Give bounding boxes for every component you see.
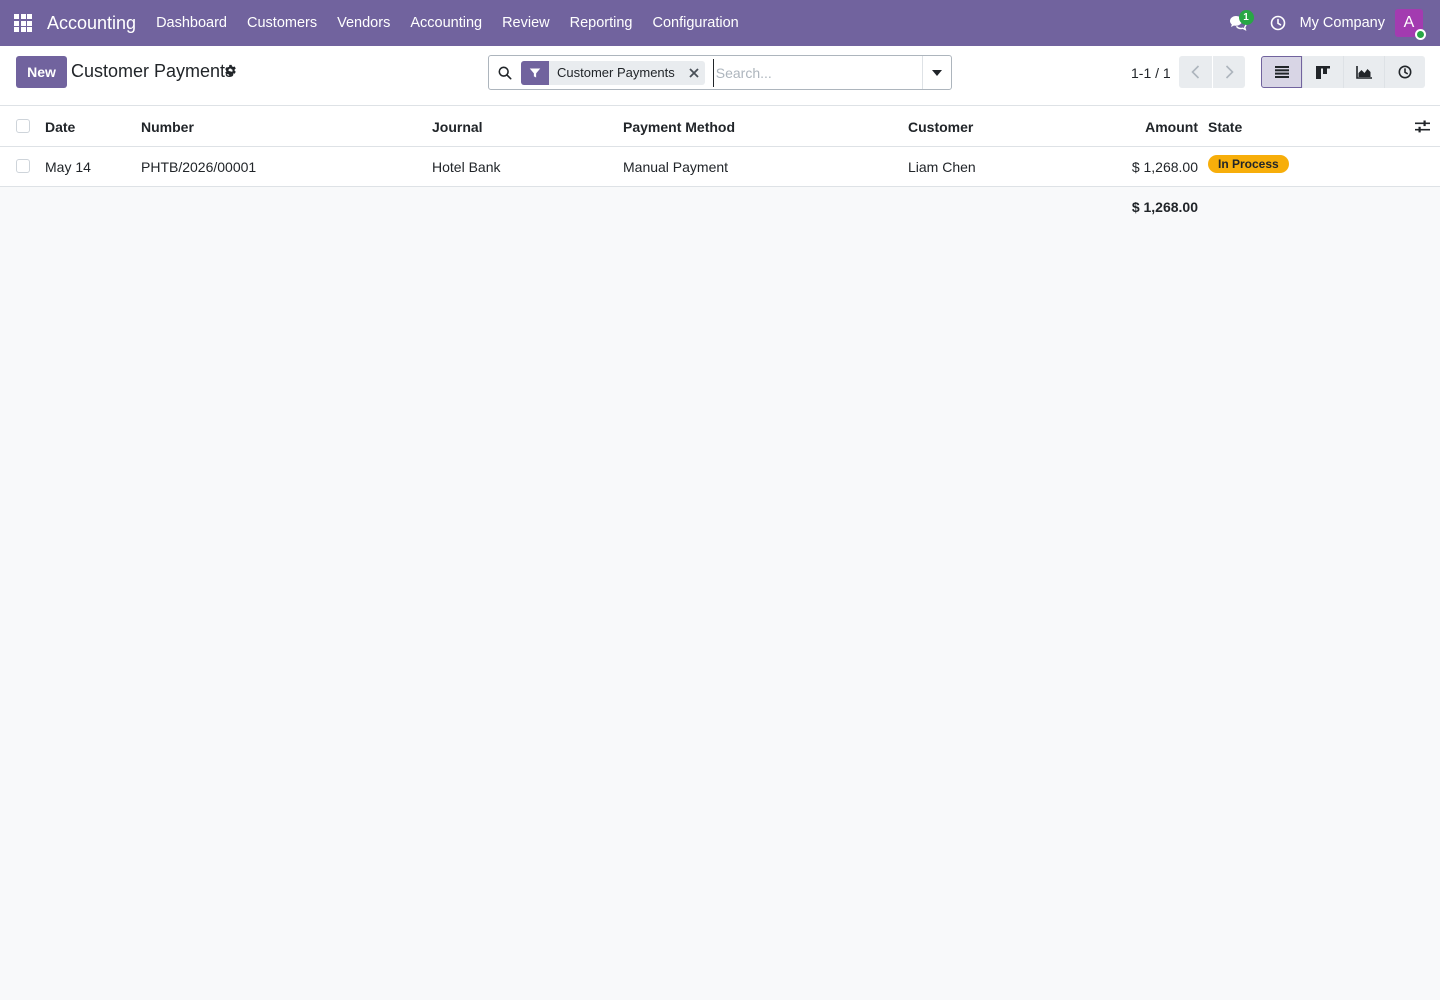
page-title: Customer Payments	[71, 61, 235, 81]
search-options-toggle[interactable]	[922, 56, 951, 89]
kanban-icon	[1316, 65, 1330, 79]
list-icon	[1274, 66, 1289, 78]
navbar-systray: 1 My Company A	[1218, 0, 1440, 46]
table-header: Date Number Journal Payment Method Custo…	[0, 106, 1440, 147]
menu-item-review[interactable]: Review	[492, 0, 560, 46]
main-menu: Dashboard Customers Vendors Accounting R…	[146, 0, 749, 46]
column-header-date[interactable]: Date	[45, 119, 75, 135]
pager-next-button[interactable]	[1212, 56, 1245, 88]
kanban-view-button[interactable]	[1302, 56, 1343, 88]
amount-total: $ 1,268.00	[1131, 199, 1198, 215]
company-switcher[interactable]: My Company	[1298, 15, 1395, 31]
column-settings-icon[interactable]	[1415, 120, 1430, 133]
cell-number: PHTB/2026/00001	[141, 159, 257, 175]
cell-amount: $ 1,268.00	[1131, 159, 1198, 175]
top-navbar: Accounting Dashboard Customers Vendors A…	[0, 0, 1440, 46]
chat-count-badge: 1	[1238, 10, 1254, 25]
search-bar: Customer Payments	[488, 55, 952, 90]
menu-item-reporting[interactable]: Reporting	[560, 0, 643, 46]
column-header-customer[interactable]: Customer	[908, 119, 973, 135]
list-view-button[interactable]	[1261, 56, 1302, 88]
gear-icon[interactable]	[224, 64, 237, 77]
search-icon[interactable]	[489, 66, 521, 80]
cell-payment-method: Manual Payment	[623, 159, 729, 175]
activity-menu[interactable]	[1258, 0, 1298, 46]
column-header-amount[interactable]: Amount	[1098, 119, 1198, 135]
menu-item-dashboard[interactable]: Dashboard	[146, 0, 237, 46]
control-panel: New Customer Payments Customer Payments	[0, 46, 1440, 106]
close-icon[interactable]	[683, 61, 705, 85]
view-switcher	[1261, 56, 1425, 88]
column-header-journal[interactable]: Journal	[432, 119, 483, 135]
table-row[interactable]: May 14 PHTB/2026/00001 Hotel Bank Manual…	[0, 147, 1440, 187]
status-badge: In Process	[1208, 155, 1289, 173]
menu-item-accounting[interactable]: Accounting	[400, 0, 492, 46]
cell-date: May 14	[45, 159, 91, 175]
select-all-checkbox[interactable]	[16, 119, 30, 133]
graph-view-button[interactable]	[1343, 56, 1384, 88]
new-button[interactable]: New	[16, 56, 67, 88]
search-input[interactable]	[712, 58, 922, 87]
payments-list: Date Number Journal Payment Method Custo…	[0, 106, 1440, 187]
menu-item-configuration[interactable]: Configuration	[643, 0, 749, 46]
caret-down-icon	[932, 69, 942, 76]
clock-icon	[1270, 15, 1285, 31]
column-header-number[interactable]: Number	[141, 119, 194, 135]
apps-menu-icon[interactable]	[0, 0, 46, 46]
online-status-dot	[1415, 29, 1426, 40]
area-chart-icon	[1356, 65, 1372, 79]
chevron-left-icon	[1191, 65, 1200, 79]
menu-item-vendors[interactable]: Vendors	[327, 0, 400, 46]
pager-previous-button[interactable]	[1179, 56, 1212, 88]
cell-customer: Liam Chen	[908, 159, 976, 175]
avatar-letter: A	[1403, 14, 1415, 31]
user-avatar[interactable]: A	[1395, 9, 1426, 40]
pager-value[interactable]: 1-1 / 1	[1131, 65, 1171, 81]
search-facet: Customer Payments	[521, 60, 705, 85]
activity-view-button[interactable]	[1384, 56, 1425, 88]
column-header-payment-method[interactable]: Payment Method	[623, 119, 735, 135]
filter-icon	[521, 60, 549, 85]
menu-item-customers[interactable]: Customers	[237, 0, 327, 46]
cell-journal: Hotel Bank	[432, 159, 501, 175]
row-checkbox[interactable]	[16, 159, 30, 173]
messaging-menu[interactable]: 1	[1218, 0, 1258, 46]
facet-label: Customer Payments	[557, 65, 675, 80]
chevron-right-icon	[1225, 65, 1234, 79]
clock-icon	[1398, 65, 1412, 79]
app-brand[interactable]: Accounting	[47, 13, 136, 34]
column-header-state[interactable]: State	[1208, 119, 1242, 135]
